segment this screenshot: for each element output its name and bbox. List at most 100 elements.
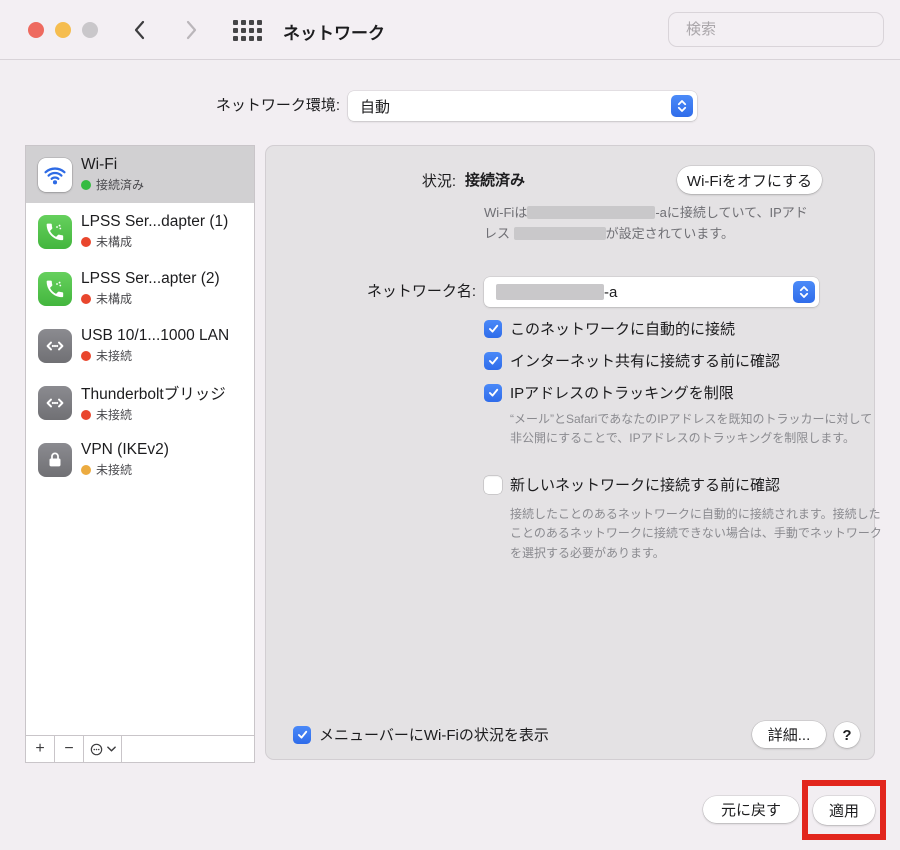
redacted-network-name [496, 283, 604, 300]
add-interface-button[interactable]: + [26, 736, 55, 762]
checkbox-checked-icon [484, 351, 502, 370]
status-dot-yellow [81, 464, 91, 475]
checkbox-checked-icon [484, 319, 502, 338]
ethernet-icon [38, 385, 72, 420]
checkbox-checked-icon [484, 383, 502, 402]
status-text: 未構成 [96, 292, 133, 306]
checkbox-label: このネットワークに自動的に接続 [510, 321, 736, 338]
chevron-right-icon [186, 20, 197, 40]
chevron-down-icon [107, 746, 116, 752]
interface-status: 未構成 [81, 233, 228, 250]
apply-button[interactable]: 適用 [813, 795, 875, 825]
remove-interface-button[interactable]: − [55, 736, 84, 762]
stepper-arrows-icon [671, 95, 693, 117]
status-dot-red [81, 236, 91, 247]
stepper-arrows-icon [793, 281, 815, 303]
more-actions-button[interactable] [84, 736, 122, 762]
redacted-ip-address [513, 226, 606, 240]
sidebar-item-usb-lan[interactable]: USB 10/1...1000 LAN 未接続 [26, 317, 254, 374]
checkbox-label: 新しいネットワークに接続する前に確認 [510, 477, 781, 494]
sidebar-item-thunderbolt-bridge[interactable]: Thunderboltブリッジ 未接続 [26, 374, 254, 431]
interface-status: 未接続 [81, 406, 226, 423]
checkbox-limit-ip-tracking[interactable]: IPアドレスのトラッキングを制限 [484, 382, 734, 403]
sidebar-item-wifi[interactable]: Wi-Fi 接続済み [26, 146, 254, 203]
interface-list-toolbar: + − [26, 735, 254, 762]
interface-status: 未構成 [81, 290, 220, 307]
titlebar: ネットワーク [0, 0, 900, 60]
minimize-window-button[interactable] [55, 22, 71, 38]
checkbox-label: インターネット共有に接続する前に確認 [510, 353, 781, 370]
advanced-button[interactable]: 詳細... [752, 721, 826, 748]
help-button[interactable]: ? [834, 722, 860, 748]
window-title: ネットワーク [283, 24, 385, 43]
turn-wifi-off-button[interactable]: Wi-Fiをオフにする [677, 166, 822, 194]
checkbox-auto-join[interactable]: このネットワークに自動的に接続 [484, 318, 735, 339]
phone-icon [38, 214, 72, 249]
interface-name: Wi-Fi [81, 156, 118, 173]
interface-name: VPN (IKEv2) [81, 441, 169, 458]
status-dot-red [81, 293, 91, 304]
phone-icon [38, 271, 72, 306]
checkbox-show-wifi-in-menubar[interactable]: メニューバーにWi-Fiの状況を表示 [293, 724, 549, 745]
wifi-icon [38, 157, 72, 192]
toolbar-spacer [122, 736, 254, 762]
interface-status: 未接続 [81, 347, 229, 364]
lock-icon [38, 442, 72, 477]
forward-button[interactable] [181, 17, 203, 43]
revert-button[interactable]: 元に戻す [703, 796, 799, 823]
interface-name: USB 10/1...1000 LAN [81, 327, 230, 344]
back-button[interactable] [128, 17, 150, 43]
checkbox-label: メニューバーにWi-Fiの状況を表示 [319, 727, 549, 744]
network-name-suffix: -a [604, 283, 618, 301]
interface-status: 未接続 [81, 461, 169, 478]
zoom-window-button[interactable] [82, 22, 98, 38]
network-location-value: 自動 [360, 98, 391, 116]
sidebar-item-vpn[interactable]: VPN (IKEv2) 未接続 [26, 431, 254, 488]
network-location-select[interactable]: 自動 [348, 91, 697, 121]
circle-ellipsis-icon [90, 743, 103, 755]
status-description-text: が設定されています。 [605, 225, 734, 241]
chevron-left-icon [134, 20, 145, 40]
status-label: 状況: [421, 173, 456, 190]
search-field[interactable] [668, 12, 885, 47]
network-location-label: ネットワーク環境: [215, 97, 340, 114]
status-description: Wi-Fiは -aに接続していて、IPアド レス が設定されています。 [484, 203, 864, 245]
checkbox-ask-internet-sharing[interactable]: インターネット共有に接続する前に確認 [484, 350, 780, 371]
red-highlight-annotation: 適用 [802, 780, 886, 840]
status-dot-green [81, 179, 91, 190]
interface-name: LPSS Ser...apter (2) [81, 270, 220, 287]
interface-status: 接続済み [81, 176, 144, 193]
status-dot-red [81, 350, 91, 361]
status-dot-red [81, 409, 91, 420]
status-description-text: Wi-Fiは [484, 205, 528, 220]
new-network-note: 接続したことのあるネットワークに自動的に接続されます。接続したことのあるネットワ… [510, 507, 882, 560]
wifi-settings-panel: 状況: 接続済み Wi-Fiをオフにする Wi-Fiは -aに接続していて、IPア… [265, 145, 882, 760]
status-description-text: レス [484, 225, 511, 241]
interface-list-items: Wi-Fi 接続済み LPSS Ser...dapter (1) 未構成 LPS… [26, 146, 254, 735]
interface-list: Wi-Fi 接続済み LPSS Ser...dapter (1) 未構成 LPS… [25, 145, 255, 763]
status-text: 接続済み [96, 178, 145, 192]
interface-name: LPSS Ser...dapter (1) [81, 213, 229, 230]
network-name-select[interactable]: -a [484, 277, 819, 307]
status-description-text: -aに接続していて、IPアド [655, 205, 808, 220]
status-text: 未接続 [96, 349, 133, 363]
checkbox-label: IPアドレスのトラッキングを制限 [510, 385, 734, 402]
checkbox-ask-before-new-network[interactable]: 新しいネットワークに接続する前に確認 [484, 474, 780, 495]
checkbox-unchecked-icon [484, 475, 502, 494]
network-name-label: ネットワーク名: [366, 283, 476, 300]
checkbox-checked-icon [293, 725, 311, 744]
sidebar-item-lpss-adapter-1[interactable]: LPSS Ser...dapter (1) 未構成 [26, 203, 254, 260]
ip-tracking-note: “メール”とSafariであなたのIPアドレスを既知のトラッカーに対して非公開に… [510, 412, 873, 446]
redacted-ssid [527, 206, 656, 219]
network-preferences-window: ネットワーク ネットワーク環境: 自動 [0, 0, 900, 850]
status-text: 未接続 [96, 408, 133, 422]
ethernet-icon [38, 328, 72, 363]
interface-name: Thunderboltブリッジ [81, 386, 226, 403]
status-value: 接続済み [465, 172, 526, 189]
sidebar-item-lpss-adapter-2[interactable]: LPSS Ser...apter (2) 未構成 [26, 260, 254, 317]
close-window-button[interactable] [28, 22, 44, 38]
status-text: 未構成 [96, 235, 133, 249]
show-all-preferences-button[interactable] [231, 18, 263, 43]
status-text: 未接続 [96, 463, 133, 477]
search-input[interactable] [686, 21, 885, 38]
